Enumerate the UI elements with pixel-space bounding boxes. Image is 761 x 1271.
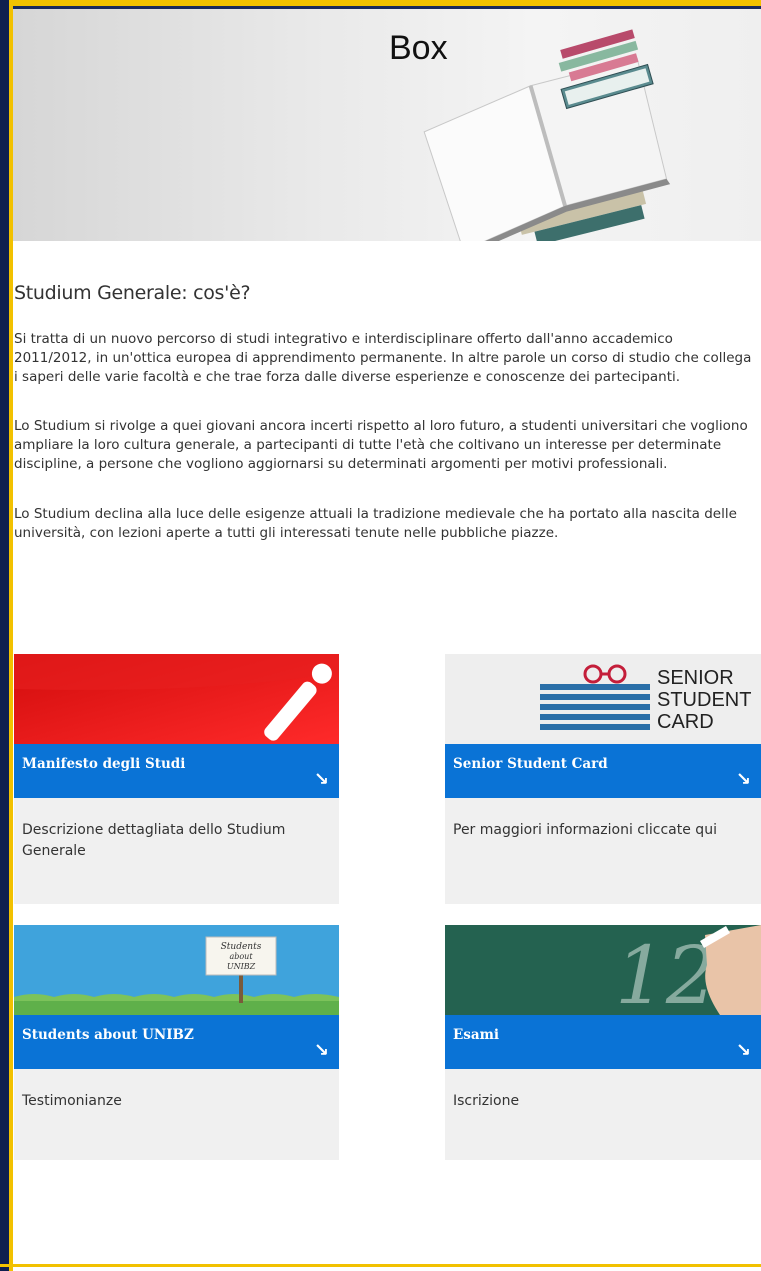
sign-on-grass-image: Students about UNIBZ	[14, 925, 339, 1015]
tile-manifesto-degli-studi[interactable]: Manifesto degli Studi ↘ Descrizione dett…	[14, 654, 339, 904]
arrow-down-right-icon[interactable]: ↘	[314, 1040, 329, 1061]
sign-text: UNIBZ	[227, 962, 256, 971]
intro-paragraph: Si tratta di un nuovo percorso di studi …	[14, 331, 752, 385]
tile-description: Testimonianze	[22, 1093, 122, 1109]
tile-link-bar[interactable]: Students about UNIBZ ↘	[14, 1015, 339, 1069]
hero-banner: Box	[13, 9, 761, 241]
arrow-down-right-icon[interactable]: ↘	[736, 1040, 751, 1061]
frame-left-border	[0, 0, 9, 1271]
tile-students-about-unibz[interactable]: Students about UNIBZ Students about UNIB…	[14, 925, 339, 1160]
tile-description: Per maggiori informazioni cliccate qui	[453, 822, 717, 838]
tile-title[interactable]: Students about UNIBZ	[22, 1027, 194, 1043]
tile-link-bar[interactable]: Manifesto degli Studi ↘	[14, 744, 339, 798]
tile-title[interactable]: Manifesto degli Studi	[22, 756, 185, 772]
page-heading: Studium Generale: cos'è?	[14, 282, 251, 304]
tile-description: Iscrizione	[453, 1093, 520, 1109]
arrow-down-right-icon[interactable]: ↘	[314, 769, 329, 790]
intro-paragraph: Lo Studium declina alla luce delle esige…	[14, 506, 737, 541]
tile-esami[interactable]: 123 Esami ↘ Iscrizione	[445, 925, 761, 1160]
tile-title[interactable]: Senior Student Card	[453, 756, 608, 772]
frame-bottom-border	[0, 1264, 761, 1267]
tile-link-bar[interactable]: Senior Student Card ↘	[445, 744, 761, 798]
arrow-down-right-icon[interactable]: ↘	[736, 769, 751, 790]
books-illustration	[423, 29, 671, 241]
logo-line: SENIOR	[657, 667, 734, 689]
tile-description: Descrizione dettagliata dello Studium Ge…	[22, 822, 286, 859]
chalkboard-hand-image: 123	[445, 925, 761, 1015]
sign-text: Students	[221, 942, 262, 952]
tile-link-bar[interactable]: Esami ↘	[445, 1015, 761, 1069]
tile-title[interactable]: Esami	[453, 1027, 499, 1043]
logo-line: STUDENT	[657, 689, 751, 711]
intro-paragraph: Lo Studium si rivolge a quei giovani anc…	[14, 418, 748, 472]
info-icon	[14, 654, 339, 744]
senior-student-card-logo: SENIOR STUDENT CARD	[445, 654, 761, 744]
sign-text: about	[229, 952, 253, 961]
logo-line: CARD	[657, 711, 714, 733]
tile-senior-student-card[interactable]: SENIOR STUDENT CARD Senior Student Card …	[445, 654, 761, 904]
